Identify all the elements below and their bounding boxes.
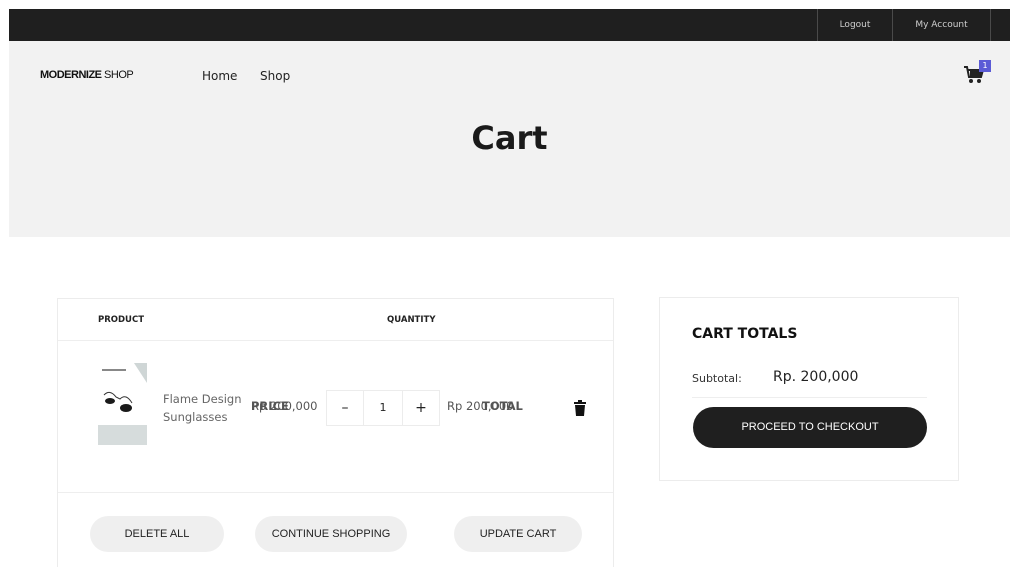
decrease-quantity-button[interactable]: – — [327, 391, 363, 425]
product-total: Rp 200,000 — [447, 399, 514, 413]
logo-bold-text: MODERNIZE — [40, 69, 102, 81]
product-name-line-2: Sunglasses — [163, 410, 228, 424]
top-bar: Logout My Account — [9, 9, 1010, 41]
cart-totals-panel: CART TOTALS Subtotal: Rp. 200,000 PROCEE… — [659, 297, 959, 481]
logo-light-text: SHOP — [101, 69, 134, 81]
product-name-line-1: Flame Design — [163, 392, 242, 406]
page-title: Cart — [471, 119, 548, 157]
cart-totals-title: CART TOTALS — [692, 326, 798, 342]
my-account-link[interactable]: My Account — [892, 9, 991, 41]
header-divider — [58, 340, 613, 341]
delete-all-button[interactable]: DELETE ALL — [90, 516, 224, 552]
continue-shopping-button[interactable]: CONTINUE SHOPPING — [255, 516, 407, 552]
subtotal-value: Rp. 200,000 — [773, 369, 859, 385]
product-price: Rp 200,000 — [251, 399, 318, 413]
subtotal-label: Subtotal: — [692, 372, 742, 385]
column-header-product: PRODUCT — [98, 315, 144, 325]
header-hero: MODERNIZE SHOP Home Shop 1 Cart — [9, 41, 1010, 237]
trash-icon[interactable] — [574, 400, 586, 416]
cart-table: PRODUCT PRICE QUANTITY TOTAL Flame Desig… — [57, 298, 614, 567]
product-name[interactable]: Flame Design Sunglasses — [163, 390, 253, 426]
quantity-input[interactable]: 1 — [363, 391, 403, 425]
nav-home-link[interactable]: Home — [202, 69, 237, 83]
proceed-to-checkout-button[interactable]: PROCEED TO CHECKOUT — [693, 407, 927, 448]
sunglasses-product-image[interactable] — [98, 363, 147, 445]
quantity-stepper: – 1 + — [326, 390, 440, 426]
increase-quantity-button[interactable]: + — [403, 391, 439, 425]
update-cart-button[interactable]: UPDATE CART — [454, 516, 582, 552]
nav-shop-link[interactable]: Shop — [260, 69, 290, 83]
logout-link[interactable]: Logout — [817, 9, 892, 41]
cart-count-badge: 1 — [979, 60, 991, 72]
shop-logo[interactable]: MODERNIZE SHOP — [40, 69, 134, 81]
subtotal-divider — [692, 397, 927, 398]
column-header-quantity: QUANTITY — [387, 315, 436, 325]
actions-divider — [58, 492, 613, 493]
